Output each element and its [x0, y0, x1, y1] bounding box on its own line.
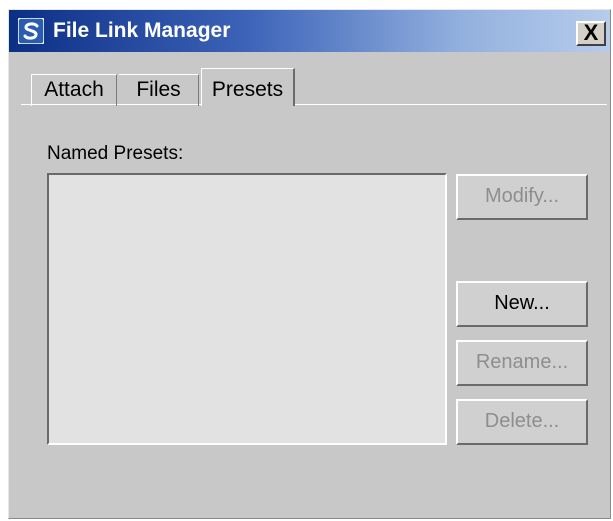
window-title: File Link Manager — [53, 19, 231, 42]
rename-button[interactable]: Rename... — [456, 340, 588, 386]
delete-button[interactable]: Delete... — [456, 399, 588, 445]
named-presets-label: Named Presets: — [47, 143, 184, 164]
new-button[interactable]: New... — [456, 281, 588, 327]
3ds-max-app-icon — [18, 18, 44, 44]
tab-files[interactable]: Files — [119, 74, 199, 106]
tab-presets[interactable]: Presets — [201, 68, 295, 106]
close-button[interactable]: X — [576, 21, 606, 46]
named-presets-list[interactable] — [47, 173, 447, 445]
title-bar[interactable]: File Link Manager X — [9, 10, 610, 52]
modify-button[interactable]: Modify... — [456, 174, 588, 220]
tab-attach[interactable]: Attach — [31, 74, 117, 106]
file-link-manager-dialog: File Link Manager X Attach Files Presets… — [8, 9, 611, 519]
